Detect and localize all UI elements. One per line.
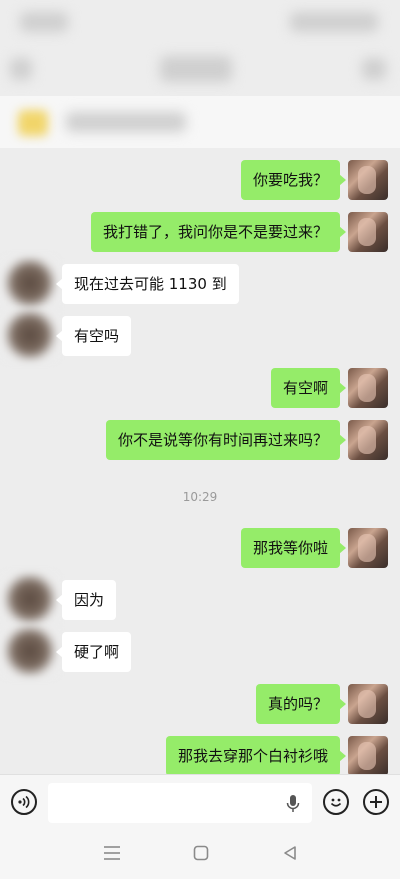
microphone-icon[interactable]: [286, 794, 300, 814]
notice-icon-blurred: [18, 110, 48, 136]
message-list[interactable]: 你要吃我？ 我打错了，我问你是不是要过来？ 现在过去可能 1130 到 有空吗 …: [0, 150, 400, 774]
my-avatar[interactable]: [348, 368, 388, 408]
message-bubble-outgoing[interactable]: 有空啊: [270, 368, 347, 408]
status-icons-blurred: [290, 12, 378, 32]
message-bubble-incoming[interactable]: 因为: [55, 580, 117, 620]
notice-bar-blurred[interactable]: [0, 96, 400, 148]
more-button-blurred[interactable]: [362, 58, 386, 80]
contact-avatar[interactable]: [4, 310, 56, 360]
message-bubble-outgoing[interactable]: 那我等你啦: [240, 528, 347, 568]
my-avatar[interactable]: [348, 684, 388, 724]
message-bubble-outgoing[interactable]: 你不是说等你有时间再过来吗？: [105, 420, 347, 460]
input-bar: [0, 774, 400, 831]
home-icon[interactable]: [193, 845, 209, 861]
notice-text-blurred: [66, 112, 186, 132]
back-icon[interactable]: [282, 845, 298, 861]
voice-toggle-icon[interactable]: [11, 789, 37, 815]
menu-icon[interactable]: [103, 845, 121, 861]
status-time-blurred: [20, 12, 68, 32]
system-navigation-bar: [0, 831, 400, 879]
message-timestamp: 10:29: [182, 490, 218, 504]
contact-avatar[interactable]: [4, 258, 56, 308]
my-avatar[interactable]: [348, 528, 388, 568]
message-bubble-outgoing[interactable]: 你要吃我？: [240, 160, 347, 200]
status-bar: [0, 0, 400, 46]
message-bubble-incoming[interactable]: 硬了啊: [55, 632, 132, 672]
contact-avatar[interactable]: [4, 626, 56, 676]
contact-name-blurred: [160, 56, 232, 82]
my-avatar[interactable]: [348, 160, 388, 200]
message-bubble-outgoing[interactable]: 那我去穿那个白衬衫哦: [165, 736, 347, 774]
smiley-face-icon: [330, 798, 342, 807]
back-button-blurred[interactable]: [10, 58, 32, 80]
message-bubble-outgoing[interactable]: 真的吗？: [255, 684, 347, 724]
my-avatar[interactable]: [348, 736, 388, 774]
plus-sign-icon: [370, 796, 382, 808]
message-bubble-incoming[interactable]: 有空吗: [55, 316, 132, 356]
message-input[interactable]: [48, 783, 312, 823]
message-bubble-outgoing[interactable]: 我打错了，我问你是不是要过来？: [90, 212, 347, 252]
emoji-icon[interactable]: [323, 789, 349, 815]
voice-wave-icon: [18, 795, 30, 809]
plus-icon[interactable]: [363, 789, 389, 815]
chat-header: [0, 46, 400, 96]
my-avatar[interactable]: [348, 212, 388, 252]
my-avatar[interactable]: [348, 420, 388, 460]
contact-avatar[interactable]: [4, 574, 56, 624]
message-bubble-incoming[interactable]: 现在过去可能 1130 到: [56, 264, 239, 304]
